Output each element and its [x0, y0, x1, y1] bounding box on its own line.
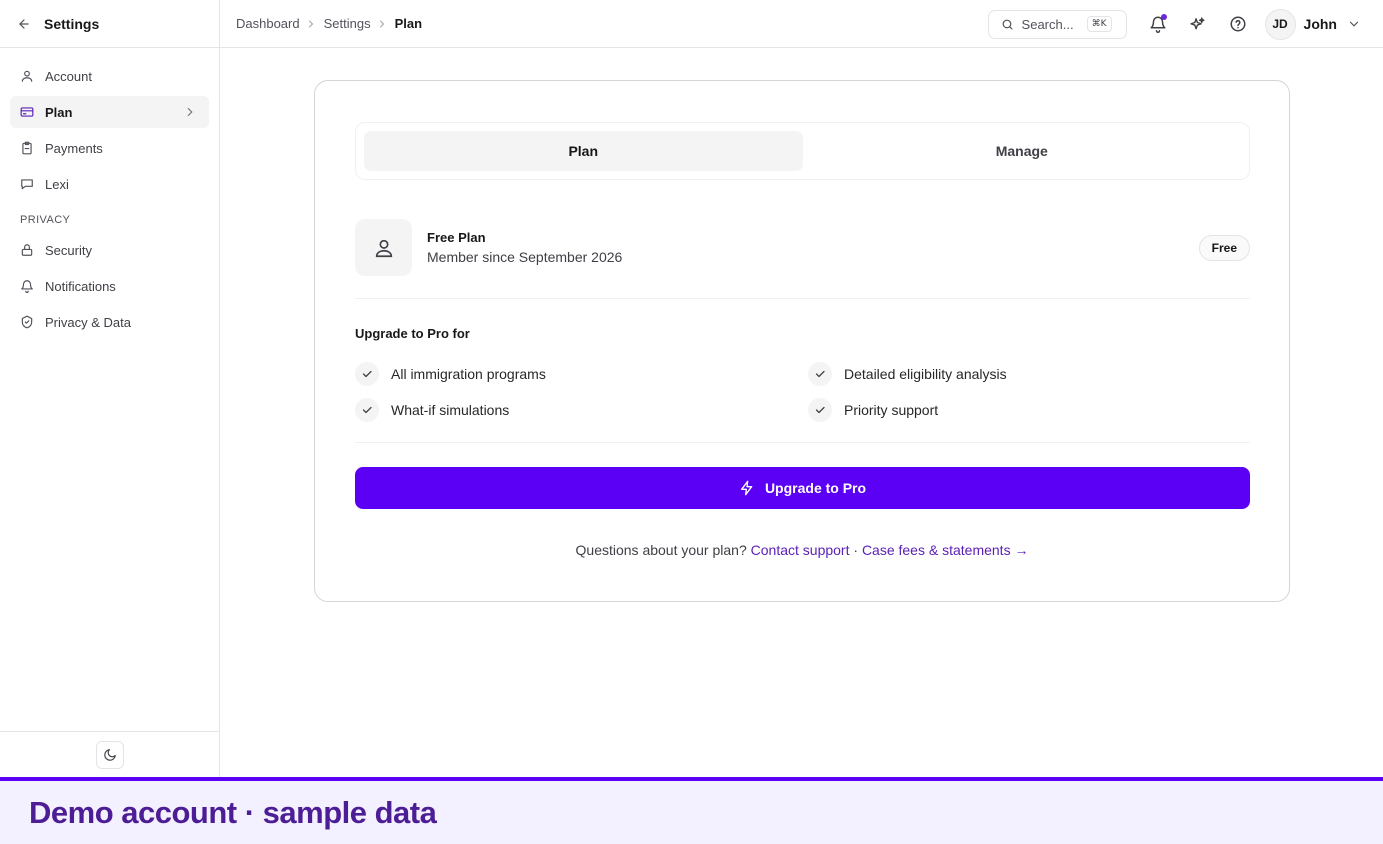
shield-icon: [20, 315, 34, 329]
sidebar-title: Settings: [44, 15, 100, 32]
notification-dot: [1160, 14, 1167, 20]
chevron-down-icon: [1347, 17, 1361, 31]
search-input[interactable]: Search... ⌘K: [987, 9, 1127, 39]
check-icon: [808, 398, 832, 422]
demo-banner-text: Demo account · sample data: [29, 794, 437, 830]
feature-item: Detailed eligibility analysis: [808, 362, 1007, 386]
check-icon: [355, 398, 379, 422]
tab-plan[interactable]: Plan: [364, 131, 803, 171]
lightning-icon: [739, 480, 755, 496]
feature-list: All immigration programs Detailed eligib…: [355, 358, 1250, 443]
demo-banner: Demo account · sample data: [0, 777, 1383, 844]
current-plan-row: Free Plan Member since September 2026 Fr…: [355, 219, 1250, 299]
check-icon: [355, 362, 379, 386]
plan-tabs: Plan Manage: [355, 122, 1250, 180]
card-icon: [20, 105, 34, 119]
sidebar-item-notifications[interactable]: Notifications: [10, 270, 209, 302]
plan-card: Plan Manage Free Plan Member since Septe…: [314, 80, 1290, 602]
sidebar-item-label: Payments: [45, 140, 103, 156]
sidebar: Settings Account Plan Payments Lexi PRIV…: [0, 0, 220, 777]
tab-manage[interactable]: Manage: [803, 131, 1242, 171]
chevron-right-icon: [183, 105, 197, 119]
ai-assistant-button[interactable]: [1183, 9, 1213, 39]
back-arrow-icon[interactable]: [16, 16, 32, 32]
sidebar-footer: [0, 731, 219, 777]
search-placeholder: Search...: [1021, 16, 1074, 32]
support-footer: Questions about your plan? Contact suppo…: [315, 542, 1289, 558]
feature-label: Detailed eligibility analysis: [844, 366, 1007, 382]
bell-icon: [20, 279, 34, 293]
feature-item: All immigration programs: [355, 362, 546, 386]
breadcrumb-settings[interactable]: Settings: [324, 16, 371, 31]
help-button[interactable]: [1223, 9, 1253, 39]
user-icon: [20, 69, 34, 83]
support-question: Questions about your plan?: [575, 542, 747, 558]
breadcrumb: Dashboard Settings Plan: [236, 16, 422, 31]
sidebar-item-account[interactable]: Account: [10, 60, 209, 92]
plan-name: Free Plan: [427, 230, 486, 245]
feature-item: What-if simulations: [355, 398, 509, 422]
sidebar-item-label: Notifications: [45, 278, 116, 294]
breadcrumb-plan: Plan: [394, 16, 423, 31]
case-fees-link[interactable]: Case fees & statements →: [862, 542, 1029, 558]
moon-icon: [103, 748, 117, 762]
upgrade-button[interactable]: Upgrade to Pro: [355, 467, 1250, 509]
clipboard-icon: [20, 141, 34, 155]
top-bar-actions: Search... ⌘K JD John: [987, 0, 1383, 48]
breadcrumb-dashboard[interactable]: Dashboard: [236, 16, 300, 31]
sidebar-header: Settings: [0, 0, 219, 48]
upgrade-button-label: Upgrade to Pro: [764, 480, 867, 496]
app-root: Settings Account Plan Payments Lexi PRIV…: [0, 0, 1383, 844]
help-circle-icon: [1229, 15, 1247, 33]
sidebar-item-label: Security: [45, 242, 92, 258]
search-icon: [1001, 18, 1014, 31]
check-icon: [808, 362, 832, 386]
sidebar-item-label: Lexi: [45, 176, 69, 192]
notifications-button[interactable]: [1143, 9, 1173, 39]
avatar: JD: [1264, 8, 1296, 40]
sidebar-item-privacy-data[interactable]: Privacy & Data: [10, 306, 209, 338]
contact-support-link[interactable]: Contact support: [751, 542, 850, 558]
plan-badge: Free: [1198, 235, 1250, 261]
search-shortcut-badge: ⌘K: [1086, 16, 1112, 32]
feature-item: Priority support: [808, 398, 938, 422]
member-since: Member since September 2026: [427, 249, 623, 265]
sidebar-nav: Account Plan Payments Lexi PRIVACY Secur…: [0, 48, 219, 338]
top-bar: Dashboard Settings Plan Search... ⌘K JD …: [220, 0, 1383, 48]
lock-icon: [20, 243, 34, 257]
footer-separator: ·: [853, 542, 859, 558]
sparkles-icon: [1189, 16, 1206, 33]
upgrade-heading: Upgrade to Pro for: [355, 326, 470, 341]
user-menu[interactable]: JD John: [1264, 8, 1361, 40]
sidebar-item-label: Plan: [45, 104, 73, 120]
feature-label: Priority support: [844, 402, 939, 418]
sidebar-item-lexi[interactable]: Lexi: [10, 168, 209, 200]
sidebar-item-label: Privacy & Data: [45, 314, 131, 330]
sidebar-item-payments[interactable]: Payments: [10, 132, 209, 164]
user-name: John: [1303, 16, 1337, 32]
user-icon: [355, 219, 412, 276]
privacy-section-label: PRIVACY: [20, 214, 71, 226]
theme-toggle-button[interactable]: [95, 740, 124, 769]
sidebar-item-plan[interactable]: Plan: [10, 96, 209, 128]
chevron-right-icon: [305, 17, 319, 31]
chevron-right-icon: [376, 17, 390, 31]
sidebar-item-security[interactable]: Security: [10, 234, 209, 266]
feature-label: What-if simulations: [391, 402, 510, 418]
sidebar-item-label: Account: [45, 68, 92, 84]
chat-icon: [20, 177, 34, 191]
feature-label: All immigration programs: [391, 366, 546, 382]
